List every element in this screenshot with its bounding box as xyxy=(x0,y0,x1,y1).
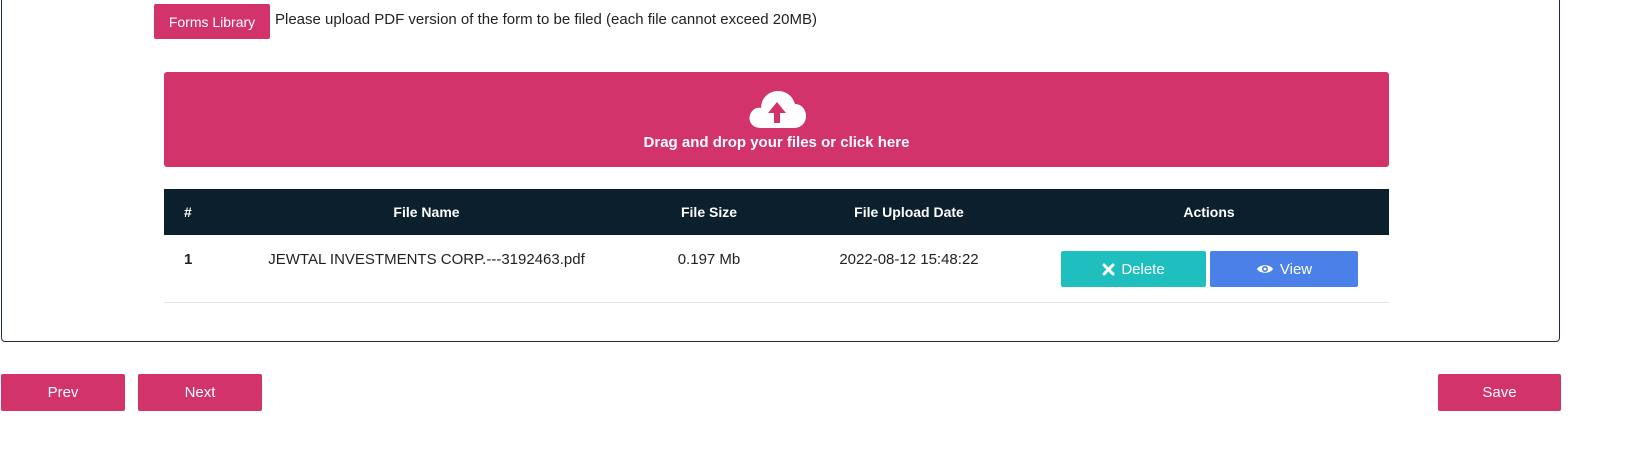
row-upload-date: 2022-08-12 15:48:22 xyxy=(839,251,979,268)
upload-instructions: Please upload PDF version of the form to… xyxy=(275,11,817,28)
table-header: # File Name File Size File Upload Date A… xyxy=(164,189,1389,235)
eye-icon xyxy=(1256,265,1273,273)
delete-label: Delete xyxy=(1121,260,1165,278)
file-dropzone[interactable]: Drag and drop your files or click here xyxy=(164,72,1389,167)
row-file-size: 0.197 Mb xyxy=(677,251,741,268)
prev-button[interactable]: Prev xyxy=(1,374,125,411)
cloud-upload-icon xyxy=(748,91,806,128)
view-label: View xyxy=(1279,260,1313,278)
header-actions: Actions xyxy=(1183,204,1235,220)
header-number: # xyxy=(184,204,192,220)
header-file-size: File Size xyxy=(680,204,738,220)
save-button[interactable]: Save xyxy=(1438,374,1561,411)
next-button[interactable]: Next xyxy=(138,374,262,411)
row-number: 1 xyxy=(184,251,193,268)
delete-button[interactable]: Delete xyxy=(1061,251,1206,287)
close-icon xyxy=(1102,263,1115,275)
view-button[interactable]: View xyxy=(1210,251,1358,287)
row-file-name: JEWTAL INVESTMENTS CORP.---3192463.pdf xyxy=(268,251,585,268)
header-upload-date: File Upload Date xyxy=(854,204,964,220)
forms-library-button[interactable]: Forms Library xyxy=(154,4,270,39)
header-file-name: File Name xyxy=(393,204,460,220)
dropzone-text: Drag and drop your files or click here xyxy=(643,134,910,151)
